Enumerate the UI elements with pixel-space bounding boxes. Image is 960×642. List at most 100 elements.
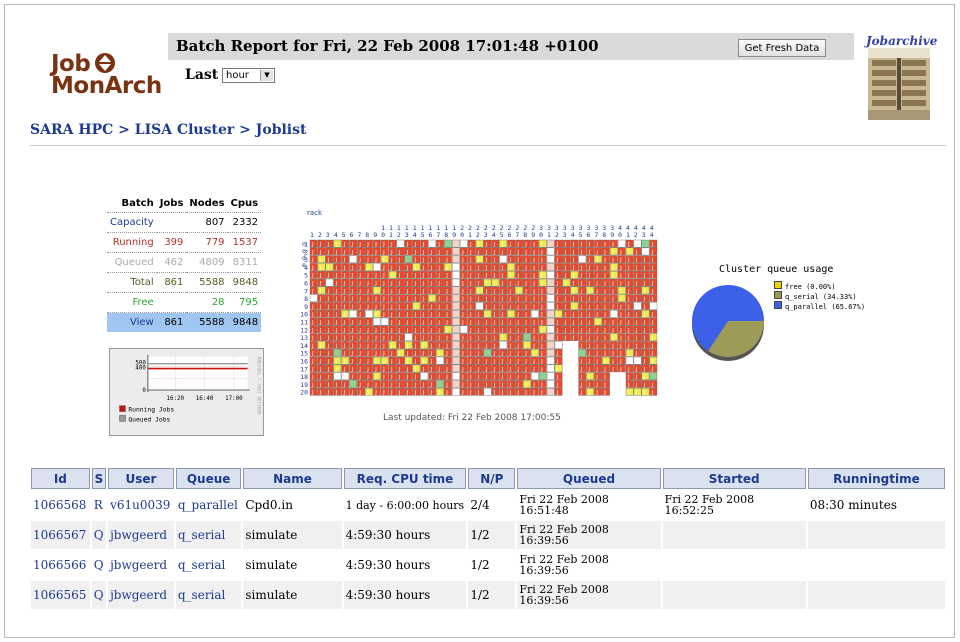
node-cell[interactable] xyxy=(451,309,460,318)
node-cell[interactable] xyxy=(546,317,555,326)
node-cell[interactable] xyxy=(538,372,547,381)
node-cell[interactable] xyxy=(546,239,555,248)
node-cell[interactable] xyxy=(546,325,555,334)
node-cell[interactable] xyxy=(633,239,642,248)
job-queue-link[interactable]: q_parallel xyxy=(176,491,242,519)
node-cell[interactable] xyxy=(617,239,626,248)
node-cell[interactable] xyxy=(451,348,460,357)
node-cell[interactable] xyxy=(333,372,342,381)
node-cell[interactable] xyxy=(404,255,413,263)
node-cell[interactable] xyxy=(649,302,658,310)
column-header-cpu-time[interactable]: Req. CPU time xyxy=(343,468,467,489)
node-cell[interactable] xyxy=(380,317,389,326)
node-cell[interactable] xyxy=(483,348,492,357)
node-cell[interactable] xyxy=(546,294,555,302)
node-cell[interactable] xyxy=(428,239,437,248)
node-cell[interactable] xyxy=(530,309,539,318)
node-cell[interactable] xyxy=(404,333,413,341)
range-select[interactable]: hour ▼ xyxy=(222,68,275,83)
node-cell[interactable] xyxy=(325,278,334,287)
node-cell[interactable] xyxy=(451,294,460,302)
node-cell[interactable] xyxy=(546,387,555,396)
node-cell[interactable] xyxy=(349,309,358,318)
node-cell[interactable] xyxy=(546,255,555,263)
node-cell[interactable] xyxy=(633,356,642,365)
node-cell[interactable] xyxy=(451,278,460,287)
node-cell[interactable] xyxy=(451,364,460,373)
node-cell[interactable] xyxy=(451,255,460,263)
job-user-link[interactable]: jbwgeerd xyxy=(108,551,174,579)
job-user-link[interactable]: v61u0039 xyxy=(108,491,174,519)
node-cell[interactable] xyxy=(530,372,539,381)
node-cell[interactable] xyxy=(436,380,444,388)
node-cell[interactable] xyxy=(459,325,468,334)
node-cell[interactable] xyxy=(451,372,460,381)
breadcrumb-cluster-link[interactable]: LISA Cluster xyxy=(135,122,235,138)
node-cell[interactable] xyxy=(451,247,460,256)
job-id-link[interactable]: 1066568 xyxy=(31,491,90,519)
node-cell[interactable] xyxy=(578,255,587,263)
job-queue-link[interactable]: q_serial xyxy=(175,581,242,609)
node-cell[interactable] xyxy=(546,372,555,381)
node-cell[interactable] xyxy=(420,372,429,381)
get-fresh-data-button[interactable]: Get Fresh Data xyxy=(738,39,826,57)
node-cell[interactable] xyxy=(459,239,468,248)
node-cell[interactable] xyxy=(633,302,642,310)
node-cell[interactable] xyxy=(546,309,555,318)
node-cell[interactable] xyxy=(451,325,460,334)
stats-row-view[interactable]: View 861 5588 9848 xyxy=(107,312,262,332)
node-cell[interactable] xyxy=(483,387,492,396)
archive-shelves-image[interactable] xyxy=(868,48,930,120)
node-cell[interactable] xyxy=(451,380,460,388)
node-cell[interactable] xyxy=(451,271,460,279)
node-cell[interactable] xyxy=(578,348,587,357)
node-cell[interactable] xyxy=(546,364,555,373)
job-queue-link[interactable]: q_serial xyxy=(176,551,242,579)
column-header-queued[interactable]: Queued xyxy=(517,468,661,489)
column-header-name[interactable]: Name xyxy=(243,468,342,489)
node-cell[interactable] xyxy=(546,247,555,256)
node-cell[interactable] xyxy=(451,263,460,271)
node-cell[interactable] xyxy=(523,333,531,341)
breadcrumb-joblist-link[interactable]: Joblist xyxy=(256,122,307,138)
node-cell[interactable] xyxy=(610,309,618,318)
job-queue-link[interactable]: q_serial xyxy=(175,521,242,549)
job-user-link[interactable]: jbwgeerd xyxy=(108,521,174,549)
node-cell[interactable] xyxy=(451,239,460,248)
node-cell[interactable] xyxy=(451,341,460,349)
node-cell[interactable] xyxy=(365,309,373,318)
node-cell[interactable] xyxy=(451,356,460,365)
node-cell[interactable] xyxy=(349,380,358,388)
node-cell[interactable] xyxy=(649,372,658,381)
node-cell[interactable] xyxy=(546,356,555,365)
node-cell[interactable] xyxy=(475,302,484,310)
node-cell[interactable] xyxy=(546,333,555,341)
job-id-link[interactable]: 1066567 xyxy=(31,521,90,549)
column-header-np[interactable]: N/P xyxy=(468,468,516,489)
job-id-link[interactable]: 1066566 xyxy=(31,551,90,579)
stats-label[interactable]: View xyxy=(107,312,157,332)
node-cell[interactable] xyxy=(451,317,460,326)
node-cell[interactable] xyxy=(396,239,405,248)
job-id-link[interactable]: 1066565 xyxy=(31,581,90,609)
node-cell[interactable] xyxy=(372,317,381,326)
job-user-link[interactable]: jbwgeerd xyxy=(108,581,174,609)
node-cell[interactable] xyxy=(451,333,460,341)
node-cell[interactable] xyxy=(546,263,555,271)
node-cell[interactable] xyxy=(451,302,460,310)
node-cell[interactable] xyxy=(546,348,555,357)
node-cell[interactable] xyxy=(341,372,350,381)
node-cell[interactable] xyxy=(444,239,452,248)
node-cell[interactable] xyxy=(349,255,358,263)
column-header-queue[interactable]: Queue xyxy=(175,468,242,489)
node-cell[interactable] xyxy=(499,341,508,349)
column-header-runningtime[interactable]: Runningtime xyxy=(807,468,945,489)
node-cell[interactable] xyxy=(499,255,508,263)
node-cell[interactable] xyxy=(451,286,460,295)
column-header-user[interactable]: User xyxy=(108,468,174,489)
jobmonarch-logo[interactable]: Job MonArch xyxy=(51,52,162,98)
jobarchive-link[interactable]: Jobarchive xyxy=(866,34,937,48)
node-cell[interactable] xyxy=(546,380,555,388)
node-cell[interactable] xyxy=(546,341,555,349)
node-cell[interactable] xyxy=(546,278,555,287)
